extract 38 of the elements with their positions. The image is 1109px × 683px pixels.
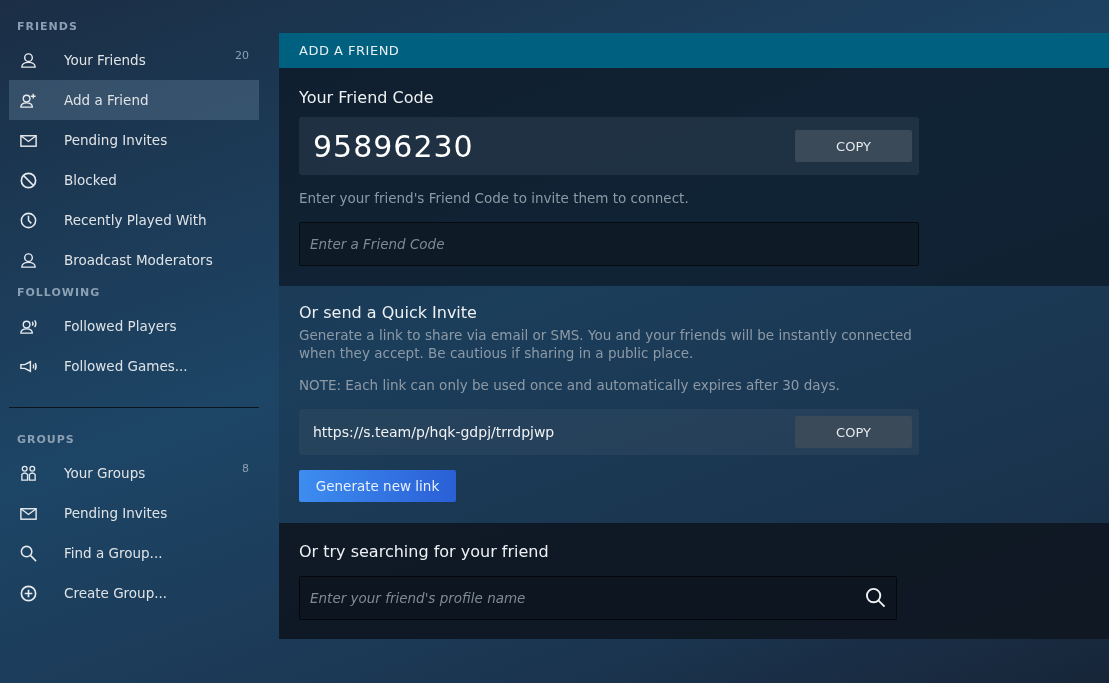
sidebar-item[interactable]: Blocked [9,160,259,200]
note-text: NOTE: Each link can only be used once and automatically expires after 30 days. [299,376,841,394]
item-count: 8 [242,462,249,475]
sidebar-item[interactable]: Add a Friend [9,80,259,120]
description-text: Generate a link to share via email or SMS. You and your friends will be instantly connected when they accept. Be cautious if sharing in a public place. [299,326,913,362]
sidebar-item[interactable]: Your Groups 8 [9,453,259,493]
section-heading: GROUPS [16,432,76,448]
clock-icon [19,210,38,230]
item-count: 20 [235,49,249,62]
sidebar-item[interactable]: Create Group... [9,573,259,613]
sidebar-item[interactable]: Find a Group... [9,533,259,573]
page-header: ADD A FRIEND [279,33,1109,68]
sidebar-item[interactable]: Pending Invites [9,120,259,160]
sidebar-item[interactable]: Recently Played With [9,200,259,240]
friend-code-input[interactable]: Enter a Friend Code [299,222,919,266]
sidebar-item[interactable]: Your Friends 20 [9,40,259,80]
section-title: Or send a Quick Invite [299,303,478,322]
section-heading: FRIENDS [16,19,79,35]
section-title: Or try searching for your friend [299,542,550,561]
copy-button[interactable]: COPY [795,416,912,448]
copy-button[interactable]: COPY [795,130,912,162]
section-title: Your Friend Code [299,88,435,107]
profile-search-field[interactable]: Enter your friend's profile name [299,576,897,620]
section-heading: FOLLOWING [16,285,102,301]
sidebar-item[interactable]: Pending Invites [9,493,259,533]
person-icon [19,250,38,270]
add-circle-icon [19,583,38,603]
search-icon [865,587,886,608]
blocked-icon [19,170,38,190]
sidebar-item[interactable]: Followed Players [9,306,259,346]
sidebar-item[interactable]: Followed Games... [9,346,259,386]
search-icon [19,543,38,563]
people-icon [19,463,38,483]
person-icon [19,50,38,70]
hint-text: Enter your friend's Friend Code to invite them to connect. [299,190,690,206]
generate-link-button[interactable]: Generate new link [299,470,456,502]
sidebar-item[interactable]: Broadcast Moderators [9,240,259,280]
friend-code: 95896230 [313,128,474,164]
